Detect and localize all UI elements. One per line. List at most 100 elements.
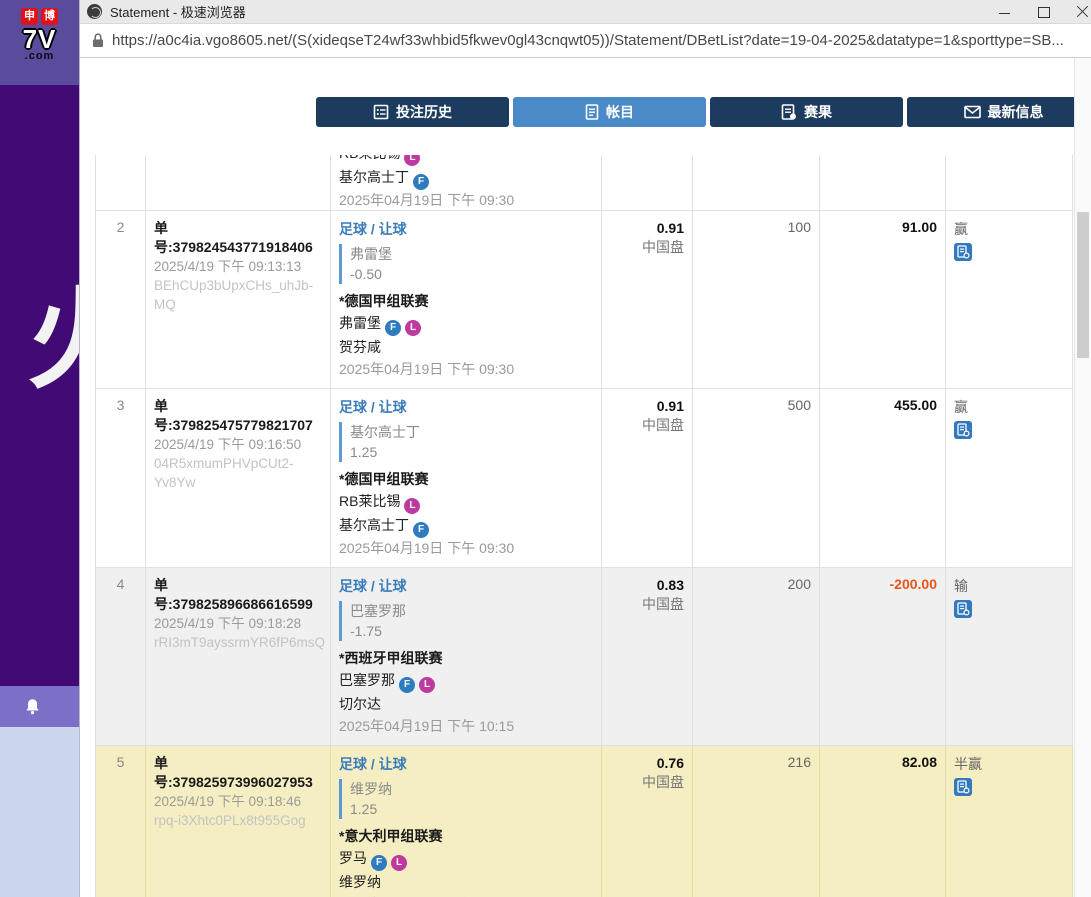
match-time: 2025年04月19日 下午 10:15 [339,716,593,737]
away-team: 贺芬咸 [339,336,593,359]
match-time: 2025年04月19日 下午 09:30 [339,190,593,211]
winloss-cell: -200.00 [820,568,946,745]
bet-result-icon[interactable] [954,600,972,618]
selection-block: 基尔高士丁 1.25 [339,422,593,462]
bet-type: 足球 / 让球 [339,219,593,239]
order-ref: BEhCUp3bUpxCHs_uhJb-MQ [154,276,322,314]
f-badge: F [413,174,429,190]
live-badge: L [405,320,421,336]
notice-text-partial: 【 [72,696,79,717]
bet-result-icon[interactable] [954,421,972,439]
tab-latest-news[interactable]: 最新信息 [907,97,1091,127]
url-bar[interactable]: https://a0c4ia.vgo8605.net/(S(xideqseT24… [80,24,1091,58]
minimize-button[interactable] [998,5,1011,18]
bet-result-icon[interactable] [954,778,972,796]
away-team: 切尔达 [339,693,593,716]
casino-logo[interactable]: 申 博 7V .com [0,0,79,85]
odds-cell: 0.91 中国盘 [602,211,693,388]
home-team: RB莱比锡L [339,490,593,514]
match-time: 2025年04月19日 下午 09:30 [339,538,593,559]
placed-time: 2025/4/19 下午 09:13:13 [154,257,322,276]
stake-cell: 216 [693,746,820,897]
window-title: Statement - 极速浏览器 [110,2,998,21]
bet-result-icon[interactable] [954,243,972,261]
team-line: 基尔高士丁F [339,166,593,190]
titlebar: Statement - 极速浏览器 [80,0,1091,24]
casino-lower-panel [0,727,79,897]
row-index: 3 [96,389,146,567]
notice-bar[interactable]: 【 [0,686,79,727]
row-index: 4 [96,568,146,745]
url-text[interactable]: https://a0c4ia.vgo8605.net/(S(xideqseT24… [112,32,1064,49]
details-cell: 足球 / 让球 巴塞罗那 -1.75 *西班牙甲组联赛 巴塞罗那FL 切尔达 2… [331,568,602,745]
stake-cell: 500 [693,389,820,567]
bet-history-icon [373,104,389,120]
f-badge: F [413,522,429,538]
order-number: 单号:379825973996027953 [154,754,322,792]
window-controls [998,5,1089,18]
statement-page: 投注历史 帐目 [80,58,1091,897]
tab-results[interactable]: 赛果 [710,97,903,127]
logo-badge-shen: 申 [21,8,38,25]
home-team: 罗马FL [339,847,593,871]
table-row: 2 单号:379824543771918406 2025/4/19 下午 09:… [96,211,1073,389]
scrollbar-thumb[interactable] [1077,212,1089,358]
odds-type: 中国盘 [610,595,684,614]
status-text: 赢 [954,221,968,237]
live-badge: L [404,155,420,166]
nav-tabs: 投注历史 帐目 [316,97,1091,127]
selection-team: 基尔高士丁 [350,422,593,442]
order-cell: 单号:379825475779821707 2025/4/19 下午 09:16… [146,389,331,567]
team-line: RB莱比锡L [339,155,593,166]
odds-type: 中国盘 [610,416,684,435]
tab-bet-history[interactable]: 投注历史 [316,97,509,127]
live-badge: L [419,677,435,693]
table-row-highlighted: 5 单号:379825973996027953 2025/4/19 下午 09:… [96,746,1073,897]
page-scrollbar[interactable] [1074,58,1091,897]
stake-cell: 100 [693,211,820,388]
order-ref: rRI3mT9ayssrmYR6fP6msQ [154,633,322,652]
row-index: 2 [96,211,146,388]
selection-block: 弗雷堡 -0.50 [339,244,593,284]
selection-line: 1.25 [350,799,593,819]
winloss-cell: 82.08 [820,746,946,897]
maximize-button[interactable] [1037,5,1050,18]
live-badge: L [391,855,407,871]
live-badge: L [404,498,420,514]
screen: 申 博 7V .com 火 【 Statement - 极速浏览器 [0,0,1091,897]
order-cell: 单号:379825896686616599 2025/4/19 下午 09:18… [146,568,331,745]
league-name: *西班牙甲组联赛 [339,648,593,669]
bet-type: 足球 / 让球 [339,397,593,417]
order-ref: rpq-i3Xhtc0PLx8t955Gog [154,811,322,830]
placed-time: 2025/4/19 下午 09:18:28 [154,614,322,633]
tab-statement[interactable]: 帐目 [513,97,706,127]
selection-team: 巴塞罗那 [350,601,593,621]
logo-7v-text: 7V [23,26,57,52]
row-index: 5 [96,746,146,897]
status-text: 半赢 [954,756,982,772]
casino-promo-area: 火 [0,85,79,686]
browser-window: Statement - 极速浏览器 https://a0c4ia.vgo8605… [80,0,1091,897]
away-team: 基尔高士丁F [339,514,593,538]
f-badge: F [371,855,387,871]
details-cell: 足球 / 让球 维罗纳 1.25 *意大利甲组联赛 罗马FL 维罗纳 2025年… [331,746,602,897]
table-row: 4 单号:379825896686616599 2025/4/19 下午 09:… [96,568,1073,746]
f-badge: F [399,677,415,693]
selection-block: 巴塞罗那 -1.75 [339,601,593,641]
results-icon [781,104,797,120]
status-text: 赢 [954,399,968,415]
logo-badge-bo: 博 [41,8,58,25]
order-cell: 单号:379825973996027953 2025/4/19 下午 09:18… [146,746,331,897]
close-button[interactable] [1076,5,1089,18]
placed-time: 2025/4/19 下午 09:18:46 [154,792,322,811]
selection-team: 弗雷堡 [350,244,593,264]
bet-type: 足球 / 让球 [339,754,593,774]
odds-cell: 0.91 中国盘 [602,389,693,567]
winloss-cell: 91.00 [820,211,946,388]
details-cell: 足球 / 让球 弗雷堡 -0.50 *德国甲组联赛 弗雷堡FL 贺芬咸 2025… [331,211,602,388]
status-cell: 赢 [946,211,1073,388]
home-team: 弗雷堡FL [339,312,593,336]
stake-cell: 200 [693,568,820,745]
f-badge: F [385,320,401,336]
away-team: 维罗纳 [339,871,593,894]
